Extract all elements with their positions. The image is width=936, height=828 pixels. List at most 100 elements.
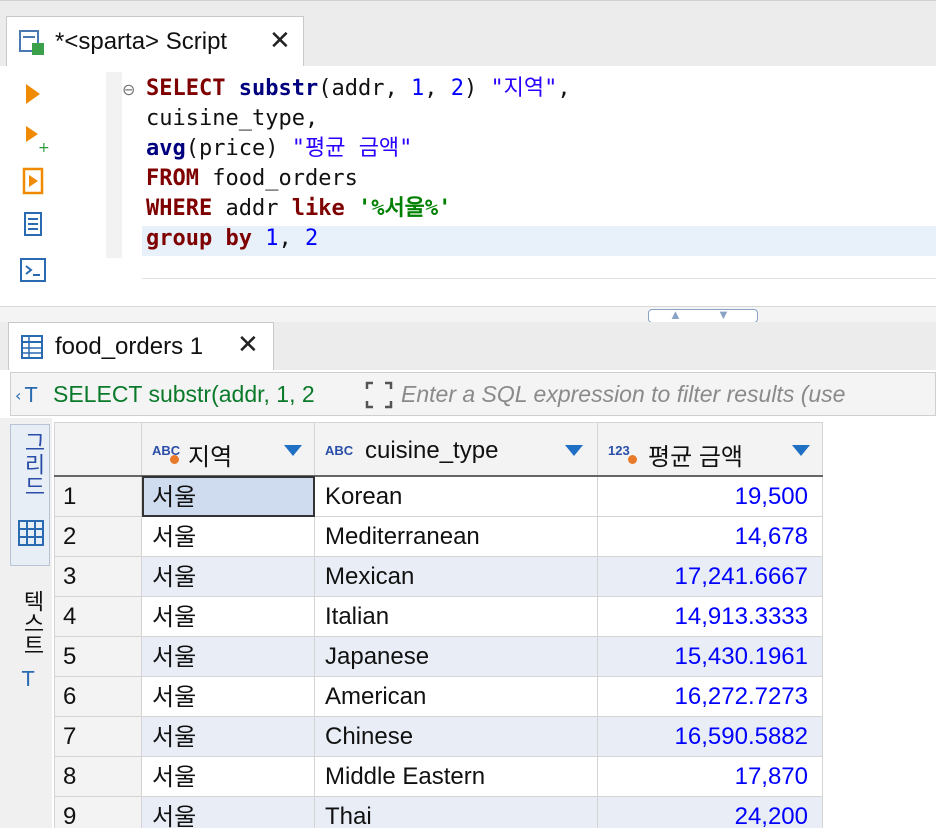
execute-script-icon[interactable] (18, 166, 48, 198)
type-string-icon: ABC (325, 443, 354, 458)
svg-text:‹: ‹ (15, 386, 21, 405)
svg-text:T: T (24, 383, 38, 407)
column-header-label: 지역 (188, 444, 233, 471)
editor-horizontal-scrollbar[interactable] (142, 278, 936, 279)
row-number-header (54, 422, 142, 477)
code-line-2: cuisine_type, (146, 106, 319, 131)
cell-region[interactable]: 서울 (141, 636, 315, 677)
cell-cuisine-type[interactable]: Mediterranean (314, 516, 598, 557)
fold-icon[interactable]: ⊖ (122, 80, 135, 100)
tab-text[interactable]: 텍스트 T (10, 588, 50, 698)
cell-cuisine-type[interactable]: Thai (314, 796, 598, 828)
cell-avg-price[interactable]: 24,200 (597, 796, 823, 828)
column-header-avg-price[interactable]: 123 평균 금액 (597, 422, 823, 477)
cell-avg-price[interactable]: 17,241.6667 (597, 556, 823, 597)
cell-cuisine-type[interactable]: Japanese (314, 636, 598, 677)
cell-avg-price[interactable]: 17,870 (597, 756, 823, 797)
table-row[interactable]: 9 서울 Thai 24,200 (54, 796, 823, 828)
explain-plan-icon[interactable] (18, 210, 48, 242)
filter-bar: ‹ T SELECT substr(addr, 1, 2 Enter a SQL… (10, 372, 936, 416)
sql-text-icon: ‹ T (15, 383, 38, 407)
table-row[interactable]: 6 서울 American 16,272.7273 (54, 676, 823, 717)
maximize-up-icon[interactable]: ▲ (669, 307, 682, 322)
row-number: 7 (54, 716, 142, 757)
terminal-icon[interactable] (18, 256, 48, 286)
cell-region[interactable]: 서울 (141, 796, 315, 828)
close-icon[interactable]: ✕ (269, 25, 291, 56)
table-row[interactable]: 5 서울 Japanese 15,430.1961 (54, 636, 823, 677)
table-row[interactable]: 1 서울 Korean 19,500 (54, 475, 823, 517)
svg-text:+: + (38, 140, 50, 154)
table-icon (21, 335, 43, 359)
editor-toolbar: + (0, 66, 104, 318)
column-header-region[interactable]: ABC 지역 (141, 422, 315, 477)
table-row[interactable]: 3 서울 Mexican 17,241.6667 (54, 556, 823, 597)
code-line-4: FROM food_orders (146, 166, 358, 191)
cell-cuisine-type[interactable]: Middle Eastern (314, 756, 598, 797)
cell-avg-price[interactable]: 14,913.3333 (597, 596, 823, 637)
code-line-3: avg(price) "평균 금액" (146, 136, 413, 161)
cell-avg-price[interactable]: 19,500 (597, 475, 823, 517)
column-header-label: 평균 금액 (648, 444, 743, 471)
tab-script[interactable]: *<sparta> Script ✕ (6, 16, 304, 66)
restore-down-icon[interactable]: ▼ (717, 307, 730, 322)
key-indicator-icon (628, 455, 637, 464)
table-row[interactable]: 4 서울 Italian 14,913.3333 (54, 596, 823, 637)
tab-text-label: 텍스트 (20, 590, 45, 656)
table-row[interactable]: 2 서울 Mediterranean 14,678 (54, 516, 823, 557)
cell-region[interactable]: 서울 (141, 756, 315, 797)
key-indicator-icon (170, 455, 179, 464)
cell-cuisine-type[interactable]: Mexican (314, 556, 598, 597)
results-grid[interactable]: ABC 지역 ABC cuisine_type 123 평균 금액 1 서울 K… (54, 422, 936, 828)
row-number: 3 (54, 556, 142, 597)
row-number: 2 (54, 516, 142, 557)
row-number: 9 (54, 796, 142, 828)
table-row[interactable]: 7 서울 Chinese 16,590.5882 (54, 716, 823, 757)
sort-dropdown-icon[interactable] (565, 445, 583, 456)
row-number: 1 (54, 475, 142, 517)
sql-script-icon (19, 30, 44, 55)
code-line-5: WHERE addr like '%서울%' (146, 196, 452, 221)
row-number: 4 (54, 596, 142, 637)
filter-input[interactable]: Enter a SQL expression to filter results… (401, 381, 845, 408)
execute-new-tab-icon[interactable]: + (22, 122, 50, 154)
cell-region[interactable]: 서울 (141, 716, 315, 757)
tab-grid[interactable]: 그리드 (10, 424, 50, 566)
table-row[interactable]: 8 서울 Middle Eastern 17,870 (54, 756, 823, 797)
column-header-cuisine-type[interactable]: ABC cuisine_type (314, 422, 598, 477)
cell-avg-price[interactable]: 16,272.7273 (597, 676, 823, 717)
cell-cuisine-type[interactable]: Italian (314, 596, 598, 637)
cell-region[interactable]: 서울 (141, 475, 315, 517)
row-number: 8 (54, 756, 142, 797)
panel-splitter[interactable] (0, 306, 936, 322)
splitter-toggle[interactable]: ▲ ▼ (648, 307, 758, 323)
cell-region[interactable]: 서울 (141, 516, 315, 557)
cell-region[interactable]: 서울 (141, 556, 315, 597)
code-line-6: group by 1, 2 (146, 226, 319, 251)
cell-avg-price[interactable]: 15,430.1961 (597, 636, 823, 677)
tab-results-label: food_orders 1 (55, 333, 204, 360)
editor-ruler (106, 72, 122, 258)
grid-icon (18, 520, 44, 546)
type-number-icon: 123 (608, 443, 630, 458)
execute-statement-icon[interactable] (22, 80, 46, 108)
cell-cuisine-type[interactable]: Chinese (314, 716, 598, 757)
filter-query-text[interactable]: SELECT substr(addr, 1, 2 (53, 381, 359, 408)
tab-results[interactable]: food_orders 1 ✕ (8, 322, 274, 370)
tab-grid-label: 그리드 (21, 431, 46, 497)
text-view-icon: T (21, 667, 35, 691)
sort-dropdown-icon[interactable] (792, 445, 810, 456)
sort-dropdown-icon[interactable] (284, 445, 302, 456)
svg-text:T: T (21, 667, 35, 691)
grid-header-row: ABC 지역 ABC cuisine_type 123 평균 금액 (54, 422, 823, 477)
cell-avg-price[interactable]: 14,678 (597, 516, 823, 557)
cell-region[interactable]: 서울 (141, 676, 315, 717)
cell-region[interactable]: 서울 (141, 596, 315, 637)
tab-script-label: *<sparta> Script (55, 28, 228, 55)
close-icon[interactable]: ✕ (237, 329, 259, 360)
expand-icon[interactable] (363, 379, 395, 411)
cell-cuisine-type[interactable]: American (314, 676, 598, 717)
cell-cuisine-type[interactable]: Korean (314, 475, 598, 517)
cell-avg-price[interactable]: 16,590.5882 (597, 716, 823, 757)
code-line-1: SELECT substr(addr, 1, 2) "지역", (146, 76, 571, 101)
